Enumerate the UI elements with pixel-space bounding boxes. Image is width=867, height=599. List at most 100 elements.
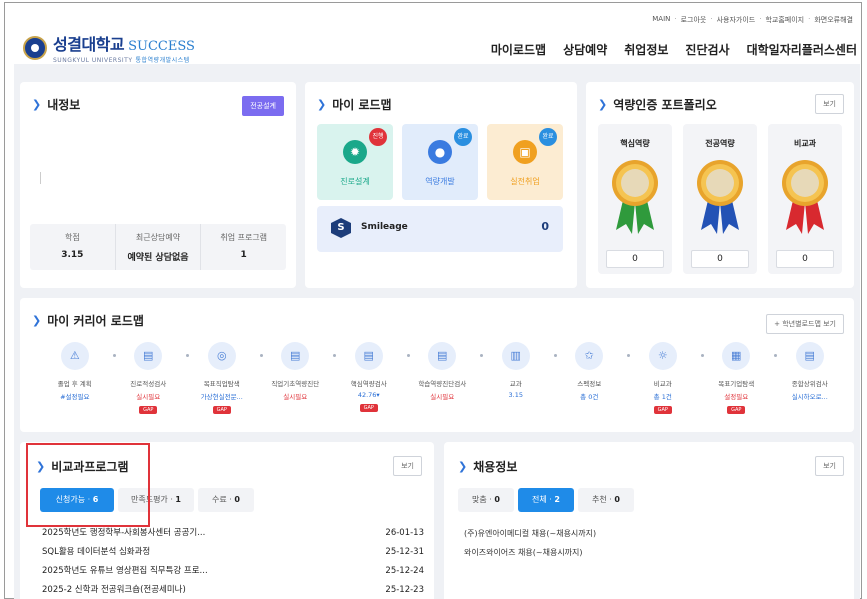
chevron-right-icon: ❯ [598,98,608,111]
nav-link-homepage[interactable]: 학교홈페이지 [765,15,804,25]
career-step[interactable]: ▤ 직업기초역량진단 실시필요 [259,342,336,414]
jobs-view-button[interactable]: 보기 [815,456,844,476]
main-nav-diagnosis[interactable]: 진단검사 [685,41,729,58]
nav-link-logout[interactable]: 로그아웃 [681,15,707,25]
portfolio-item-value: 0 [691,250,749,268]
clipboard-icon: ▤ [428,342,457,370]
extracurricular-view-button[interactable]: 보기 [393,456,422,476]
job-row[interactable]: 와이즈와이어즈 채용(~채용시까지) [464,543,596,562]
clipboard-icon: ▤ [354,342,383,370]
portfolio-item: 전공역량 0 [683,124,757,274]
career-step[interactable]: ▥ 교과 3.15 [479,342,557,414]
portfolio-view-button[interactable]: 보기 [815,94,844,114]
roadmap-tile-label: 역량개발 [425,177,455,186]
chevron-right-icon: ❯ [32,98,42,111]
jobs-tab-3[interactable]: 추천 · 0 [578,488,634,512]
my-roadmap-title: 마이 로드맵 [332,98,392,112]
site-logo[interactable]: 성결대학교 SUCCESS SUNGKYUL UNIVERSITY 통합역량개발시… [23,31,195,64]
career-roadmap-title: 마이 커리어 로드맵 [47,314,144,328]
my-roadmap-card: ❯ 마이 로드맵 ✹ 진로설계 진행 ● 역량개발 완료 ▣ 실전취업 완료 S Smileage… [305,82,577,288]
info-card-title: 내정보 [47,98,81,112]
main-nav-job-plus-center[interactable]: 대학일자리플러스센터 [747,41,857,58]
info-card: ❯ 내정보 전공설계 학점 3.15 최근상담예약 예약된 상담없음 취업 프로그램 1 [20,82,296,288]
career-roadmap-card: ❯ 마이 커리어 로드맵 + 학년별로드맵 보기 ⚠ 졸업 후 계획 #설정필요 ▤ 진로… [20,298,854,432]
bulb-icon: ☼ [648,342,677,370]
career-step-value: 총 0건 [580,393,599,401]
gap-badge: GAP [653,406,672,414]
nav-link-error-fix[interactable]: 화면오류해결 [814,15,853,25]
program-date: 26-01-13 [385,528,424,538]
gap-badge: GAP [727,406,746,414]
career-step-value: 설정필요 [724,393,749,401]
portfolio-item: 핵심역량 0 [598,124,672,274]
career-step-label: 진로적성검사 [130,380,167,388]
career-step-label: 종합상위검사 [791,380,828,388]
roadmap-tile-1[interactable]: ✹ 진로설계 진행 [317,124,393,200]
grade-roadmap-button[interactable]: + 학년별로드맵 보기 [766,314,844,334]
utility-nav: MAIN · 로그아웃 · 사용자가이드 · 학교홈페이지 · 화면오류해결 [652,15,853,25]
gap-badge: GAP [139,406,158,414]
portfolio-item: 비교과 0 [768,124,842,274]
roadmap-tile-2[interactable]: ● 역량개발 완료 [402,124,478,200]
stat-credits: 학점 3.15 [30,224,116,270]
medal-icon [695,158,745,238]
person-icon: ● [428,140,452,164]
star-icon: ✩ [575,342,604,370]
career-step-value: 실시필요 [430,393,455,401]
career-step-label: 스펙정보 [577,380,602,388]
career-step-value: 실시필요 [136,393,161,401]
smileage-panel[interactable]: S Smileage 0 [317,206,563,252]
logo-name-korean: 성결대학교 [53,35,125,54]
career-step[interactable]: ▦ 목표기업탐색 설정필요 GAP [700,342,777,414]
jobs-tab-1[interactable]: 맞춤 · 0 [458,488,514,512]
medal-icon [780,158,830,238]
nav-link-guide[interactable]: 사용자가이드 [717,15,756,25]
main-nav-counseling[interactable]: 상담예약 [563,41,607,58]
stat-recent-counseling: 최근상담예약 예약된 상담없음 [116,224,202,270]
career-step[interactable]: ▤ 학습역량진단검사실시필요 [406,342,483,414]
jobs-tab-2[interactable]: 전체 · 2 [518,488,574,512]
portfolio-item-label: 전공역량 [705,139,735,148]
stat-job-programs: 취업 프로그램 1 [220,233,268,260]
career-step-value: #설정필요 [60,393,90,401]
career-step[interactable]: ▤ 핵심역량검사 42.76▾ GAP [332,342,410,414]
career-step-label: 비교과 [653,380,672,388]
career-step[interactable]: ✩ 스펙정보총 0건 [553,342,630,414]
program-row[interactable]: 2025학년도 유튜브 영상편집 직무특강 프로... 25-12-24 [42,562,424,581]
career-step-label: 교과 [509,380,522,388]
roadmap-tile-3[interactable]: ▣ 실전취업 완료 [487,124,563,200]
career-step[interactable]: ☼ 비교과 총 1건 GAP [626,342,704,414]
annotation-highlight-box [26,443,150,527]
gear-icon: ✹ [343,140,367,164]
career-step-value: 실시하오로... [791,393,828,401]
clipboard-icon: ▤ [134,342,163,370]
nav-link-main[interactable]: MAIN [652,15,670,25]
career-step-value: 가상현실전문... [200,393,243,401]
smileage-value: 0 [541,220,549,233]
main-nav-my-roadmap[interactable]: 마이로드맵 [491,41,546,58]
job-row[interactable]: (주)유엔아이메디컬 채용(~채용시까지) [464,524,596,543]
career-step[interactable]: ▤ 진로적성검사실시필요 GAP [112,342,189,414]
main-nav-jobs[interactable]: 취업정보 [624,41,668,58]
portfolio-item-label: 핵심역량 [620,139,650,148]
jobs-card: ❯ 채용정보 보기 맞춤 · 0 전체 · 2 추천 · 0 (주)유엔아이메디컬 채… [444,442,854,599]
career-step-label: 목표기업탐색 [718,380,755,388]
career-step-label: 학습역량진단검사 [418,380,467,388]
roadmap-tile-label: 진로설계 [340,177,370,186]
program-row[interactable]: 2025-2 신학과 전공워크숍(전공세미나) 25-12-23 [42,581,424,599]
program-row[interactable]: SQL활용 데이터분석 심화과정 25-12-31 [42,543,424,562]
career-step[interactable]: ⚠ 졸업 후 계획 #설정필요 [38,342,116,414]
career-step-label: 핵심역량검사 [350,380,387,388]
career-step-value: 3.15 [508,391,523,399]
status-badge: 완료 [539,128,557,146]
career-step[interactable]: ▤ 종합상위검사 실시하오로... [773,342,847,414]
career-step[interactable]: ◎ 목표직업탐색 가상현실전문... GAP [185,342,263,414]
career-step-label: 목표직업탐색 [203,380,240,388]
extracurricular-tab-3[interactable]: 수료 · 0 [198,488,254,512]
chevron-right-icon: ❯ [458,460,468,473]
chevron-right-icon: ❯ [317,98,327,111]
warning-icon: ⚠ [60,342,89,370]
info-stats: 학점 3.15 최근상담예약 예약된 상담없음 취업 프로그램 1 [30,224,286,270]
portfolio-item-label: 비교과 [793,139,817,148]
major-design-button[interactable]: 전공설계 [242,96,284,116]
